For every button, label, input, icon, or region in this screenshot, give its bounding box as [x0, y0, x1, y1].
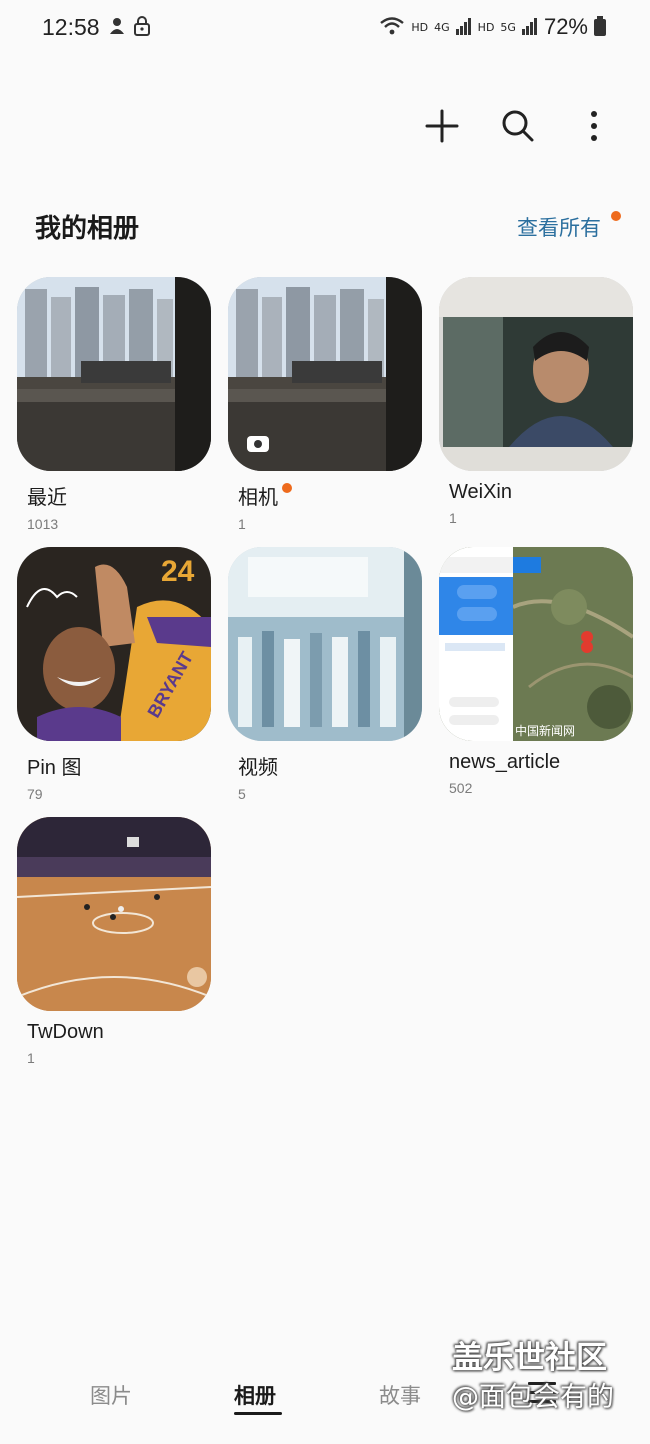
- network-label: HD: [411, 20, 429, 34]
- album-card-twdown[interactable]: TwDown 1: [17, 817, 211, 1066]
- album-card-recent[interactable]: 最近 1013: [17, 277, 211, 532]
- album-card-weixin[interactable]: WeiXin 1: [439, 277, 633, 526]
- album-thumbnail[interactable]: [17, 277, 211, 471]
- search-button[interactable]: [498, 106, 538, 146]
- tab-albums[interactable]: 相册: [234, 1380, 276, 1410]
- battery-percent: 72%: [543, 14, 588, 39]
- new-indicator-dot: [611, 211, 621, 221]
- album-thumbnail[interactable]: [17, 817, 211, 1011]
- add-button[interactable]: [422, 106, 462, 146]
- album-name: 相机: [238, 487, 278, 509]
- community-watermark: 盖乐世社区 @面包会有的: [452, 1338, 614, 1418]
- active-tab-indicator: [234, 1412, 282, 1415]
- album-name-row: 相机: [238, 481, 422, 510]
- network-label: 5G: [500, 20, 516, 34]
- album-name: news_article: [449, 751, 561, 773]
- album-thumbnail[interactable]: [228, 277, 422, 471]
- album-name: 最近: [27, 487, 67, 509]
- album-count: 502: [449, 780, 473, 796]
- status-time: 12:58: [42, 14, 100, 40]
- album-count: 79: [27, 786, 43, 802]
- plus-icon: [425, 109, 459, 143]
- more-options-button[interactable]: [574, 106, 614, 146]
- view-all-link[interactable]: 查看所有: [517, 212, 601, 242]
- signal-icon: [455, 17, 472, 38]
- album-thumbnail[interactable]: 中国新闻网: [439, 547, 633, 741]
- map-watermark: 中国新闻网: [515, 723, 575, 738]
- network-label: HD: [477, 20, 495, 34]
- album-card-pin[interactable]: 24 BRYANT Pin 图 79: [17, 547, 211, 802]
- album-count: 1: [449, 510, 457, 526]
- album-thumbnail[interactable]: 24 BRYANT: [17, 547, 211, 741]
- jersey-number: 24: [161, 555, 195, 588]
- lock-icon: [134, 16, 150, 40]
- album-count: 1: [27, 1050, 35, 1066]
- camera-icon: [247, 436, 269, 452]
- watermark-line1: 盖乐世社区: [452, 1340, 607, 1376]
- new-indicator-dot: [282, 483, 292, 493]
- search-icon: [502, 110, 534, 142]
- album-card-camera[interactable]: 相机 1: [228, 277, 422, 532]
- album-name: TwDown: [27, 1021, 104, 1043]
- album-name: WeiXin: [449, 481, 512, 503]
- album-name: Pin 图: [27, 757, 82, 779]
- album-count: 5: [238, 786, 246, 802]
- album-card-video[interactable]: 视频 5: [228, 547, 422, 802]
- album-count: 1013: [27, 516, 59, 532]
- wifi-icon: [379, 16, 405, 39]
- battery-icon: [594, 15, 606, 39]
- album-count: 1: [238, 516, 246, 532]
- status-bar: 12:58 HD 4G HD 5G 72%: [0, 0, 650, 58]
- album-card-news-article[interactable]: 中国新闻网 news_article 502: [439, 547, 633, 796]
- album-thumbnail[interactable]: [228, 547, 422, 741]
- tab-pictures[interactable]: 图片: [90, 1380, 132, 1410]
- tab-stories[interactable]: 故事: [379, 1380, 421, 1410]
- album-thumbnail[interactable]: [439, 277, 633, 471]
- top-toolbar: [422, 106, 614, 146]
- watermark-line2: @面包会有的: [452, 1382, 614, 1413]
- network-label: 4G: [434, 20, 450, 34]
- more-vert-icon: [591, 111, 597, 141]
- page-title: 我的相册: [35, 214, 140, 244]
- signal-icon: [521, 17, 538, 38]
- notification-icon: [108, 16, 126, 40]
- album-name: 视频: [238, 757, 278, 779]
